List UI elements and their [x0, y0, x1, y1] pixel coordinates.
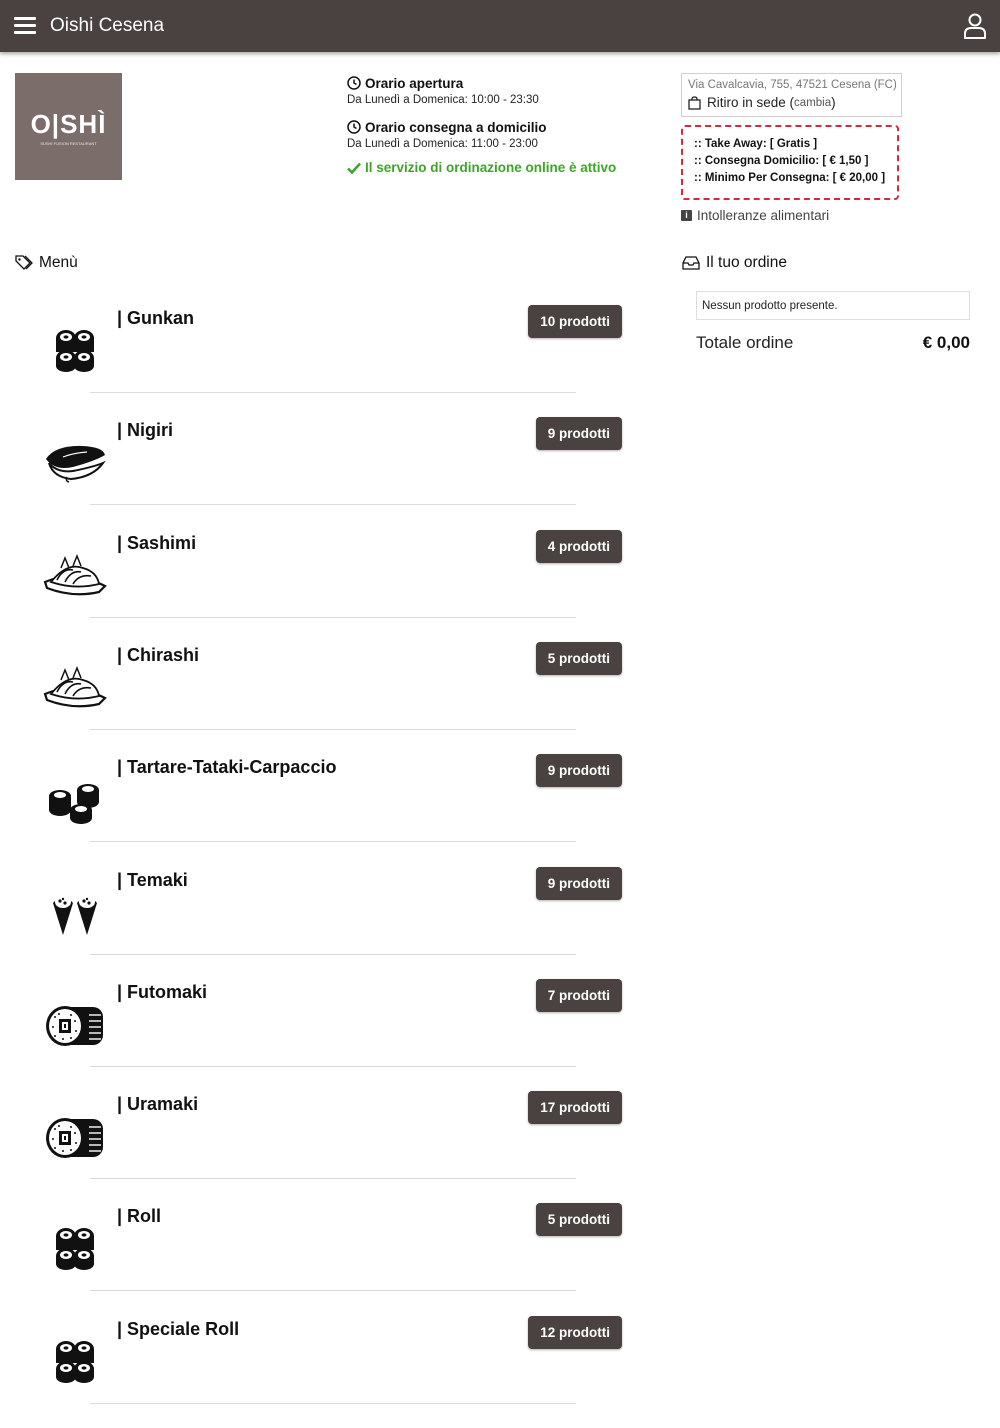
intolerances-label: Intolleranze alimentari	[697, 208, 830, 223]
fees-box: :: Take Away: [ Gratis ] :: Consegna Dom…	[681, 125, 899, 200]
check-icon	[347, 162, 361, 174]
order-total-label: Totale ordine	[696, 333, 794, 352]
user-icon[interactable]	[963, 13, 987, 39]
divider	[90, 1178, 576, 1179]
online-status: Il servizio di ordinazione online è atti…	[347, 160, 647, 175]
tags-icon	[15, 254, 33, 270]
order-mode-label: Ritiro in sede	[707, 95, 786, 110]
fee-minimum: :: Minimo Per Consegna: [ € 20,00 ]	[694, 172, 886, 184]
order-total-value: € 0,00	[922, 333, 970, 352]
product-count-badge[interactable]: 10 prodotti	[528, 305, 622, 338]
category-row[interactable]: | Uramaki 17 prodotti	[0, 1091, 640, 1203]
delivery-hours-text: Da Lunedì a Domenica: 11:00 - 23:00	[347, 138, 538, 150]
opening-hours: Orario apertura Da Lunedì a Domenica: 10…	[347, 74, 647, 176]
menu-heading: Menù	[15, 254, 78, 272]
fee-take-away: :: Take Away: [ Gratis ]	[694, 138, 818, 150]
temaki-cone-icon	[43, 887, 107, 939]
change-mode-link[interactable]: cambia	[794, 97, 831, 109]
address-box: Via Cavalcavia, 755, 47521 Cesena (FC) R…	[681, 73, 902, 117]
clock-icon	[347, 120, 361, 134]
inbox-icon	[682, 256, 700, 270]
app-title: Oishi Cesena	[50, 15, 165, 36]
category-row[interactable]: | Chirashi 5 prodotti	[0, 642, 640, 754]
divider	[90, 1066, 576, 1067]
product-count-badge[interactable]: 4 prodotti	[535, 530, 622, 563]
opening-hours-title: Orario apertura	[347, 74, 647, 92]
nigiri-icon	[43, 437, 107, 489]
order-title: Il tuo ordine	[706, 254, 787, 271]
order-mode: Ritiro in sede (cambia)	[688, 95, 895, 110]
product-count-badge[interactable]: 9 prodotti	[535, 417, 622, 450]
category-row[interactable]: | Tartare-Tataki-Carpaccio 9 prodotti	[0, 754, 640, 866]
opening-title-text: Orario apertura	[365, 75, 464, 91]
sushi-rolls-icon	[43, 325, 107, 377]
category-row[interactable]: | Nigiri 9 prodotti	[0, 417, 640, 529]
category-name: | Roll	[117, 1206, 162, 1226]
category-row[interactable]: | Roll 5 prodotti	[0, 1203, 640, 1315]
address-line: Via Cavalcavia, 755, 47521 Cesena (FC)	[688, 79, 897, 91]
order-heading: Il tuo ordine	[682, 254, 787, 272]
logo-subtitle: SUSHI FUSION RESTAURANT	[40, 141, 97, 146]
category-name: | Chirashi	[117, 645, 200, 665]
category-row[interactable]: | Gunkan 10 prodotti	[0, 305, 640, 417]
divider	[90, 617, 576, 618]
order-items-box: Nessun prodotto presente.	[696, 291, 970, 320]
delivery-title-text: Orario consegna a domicilio	[365, 119, 547, 135]
product-count-badge[interactable]: 9 prodotti	[535, 867, 622, 900]
category-name: | Nigiri	[117, 420, 174, 440]
divider	[90, 1403, 576, 1404]
product-count-badge[interactable]: 5 prodotti	[535, 1203, 622, 1236]
product-count-badge[interactable]: 17 prodotti	[528, 1091, 622, 1124]
category-name: | Sashimi	[117, 533, 197, 553]
divider	[90, 841, 576, 842]
clock-icon	[347, 76, 361, 90]
divider	[90, 504, 576, 505]
product-count-badge[interactable]: 5 prodotti	[535, 642, 622, 675]
logo-wordmark: O|SHÌ	[30, 109, 107, 139]
delivery-hours-title: Orario consegna a domicilio	[347, 118, 647, 136]
product-count-badge[interactable]: 9 prodotti	[535, 754, 622, 787]
sashimi-plate-icon	[43, 662, 107, 714]
category-row[interactable]: | Sashimi 4 prodotti	[0, 530, 640, 642]
product-count-badge[interactable]: 7 prodotti	[535, 979, 622, 1012]
opening-hours-text: Da Lunedì a Domenica: 10:00 - 23:30	[347, 94, 539, 106]
fee-delivery: :: Consegna Domicilio: [ € 1,50 ]	[694, 155, 869, 167]
category-name: | Speciale Roll	[117, 1319, 240, 1339]
futomaki-icon	[43, 1111, 107, 1163]
divider	[90, 954, 576, 955]
category-name: | Uramaki	[117, 1094, 199, 1114]
category-name: | Gunkan	[117, 308, 195, 328]
menu-title: Menù	[39, 254, 78, 271]
product-count-badge[interactable]: 12 prodotti	[528, 1316, 622, 1349]
category-row[interactable]: | Speciale Roll 12 prodotti	[0, 1316, 640, 1428]
sashimi-plate-icon	[43, 550, 107, 602]
divider	[90, 729, 576, 730]
divider	[90, 392, 576, 393]
hamburger-menu-icon[interactable]	[14, 15, 36, 35]
category-row[interactable]: | Futomaki 7 prodotti	[0, 979, 640, 1091]
online-status-text: Il servizio di ordinazione online è atti…	[365, 160, 617, 175]
top-app-bar: Oishi Cesena	[0, 0, 1000, 52]
category-name: | Tartare-Tataki-Carpaccio	[117, 757, 337, 777]
info-icon: i	[681, 210, 692, 221]
futomaki-icon	[43, 999, 107, 1051]
category-name: | Temaki	[117, 870, 188, 890]
intolerances-link[interactable]: i Intolleranze alimentari	[681, 208, 829, 223]
category-row[interactable]: | Temaki 9 prodotti	[0, 867, 640, 979]
sushi-rolls-icon	[43, 1336, 107, 1388]
divider	[90, 1290, 576, 1291]
category-name: | Futomaki	[117, 982, 208, 1002]
sushi-rolls-icon	[43, 1223, 107, 1275]
restaurant-logo: O|SHÌ SUSHI FUSION RESTAURANT	[15, 73, 122, 180]
roll-stack-icon	[43, 774, 107, 826]
shopping-bag-icon	[688, 95, 701, 110]
